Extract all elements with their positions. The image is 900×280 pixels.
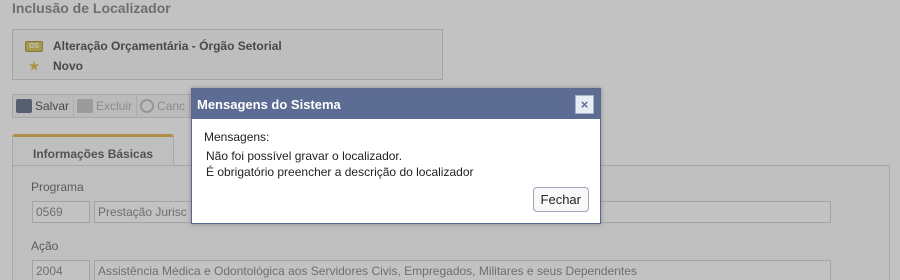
messages-heading: Mensagens: xyxy=(204,130,270,144)
close-icon[interactable]: × xyxy=(575,94,594,114)
message-line: É obrigatório preencher a descrição do l… xyxy=(206,165,474,179)
fechar-button[interactable]: Fechar xyxy=(532,187,589,212)
system-messages-dialog: Mensagens do Sistema × Mensagens: Não fo… xyxy=(191,88,601,224)
dialog-titlebar: Mensagens do Sistema × xyxy=(192,89,600,119)
message-line: Não foi possível gravar o localizador. xyxy=(206,149,403,163)
dialog-title: Mensagens do Sistema xyxy=(197,96,341,112)
dialog-body: Mensagens: Não foi possível gravar o loc… xyxy=(192,119,600,180)
